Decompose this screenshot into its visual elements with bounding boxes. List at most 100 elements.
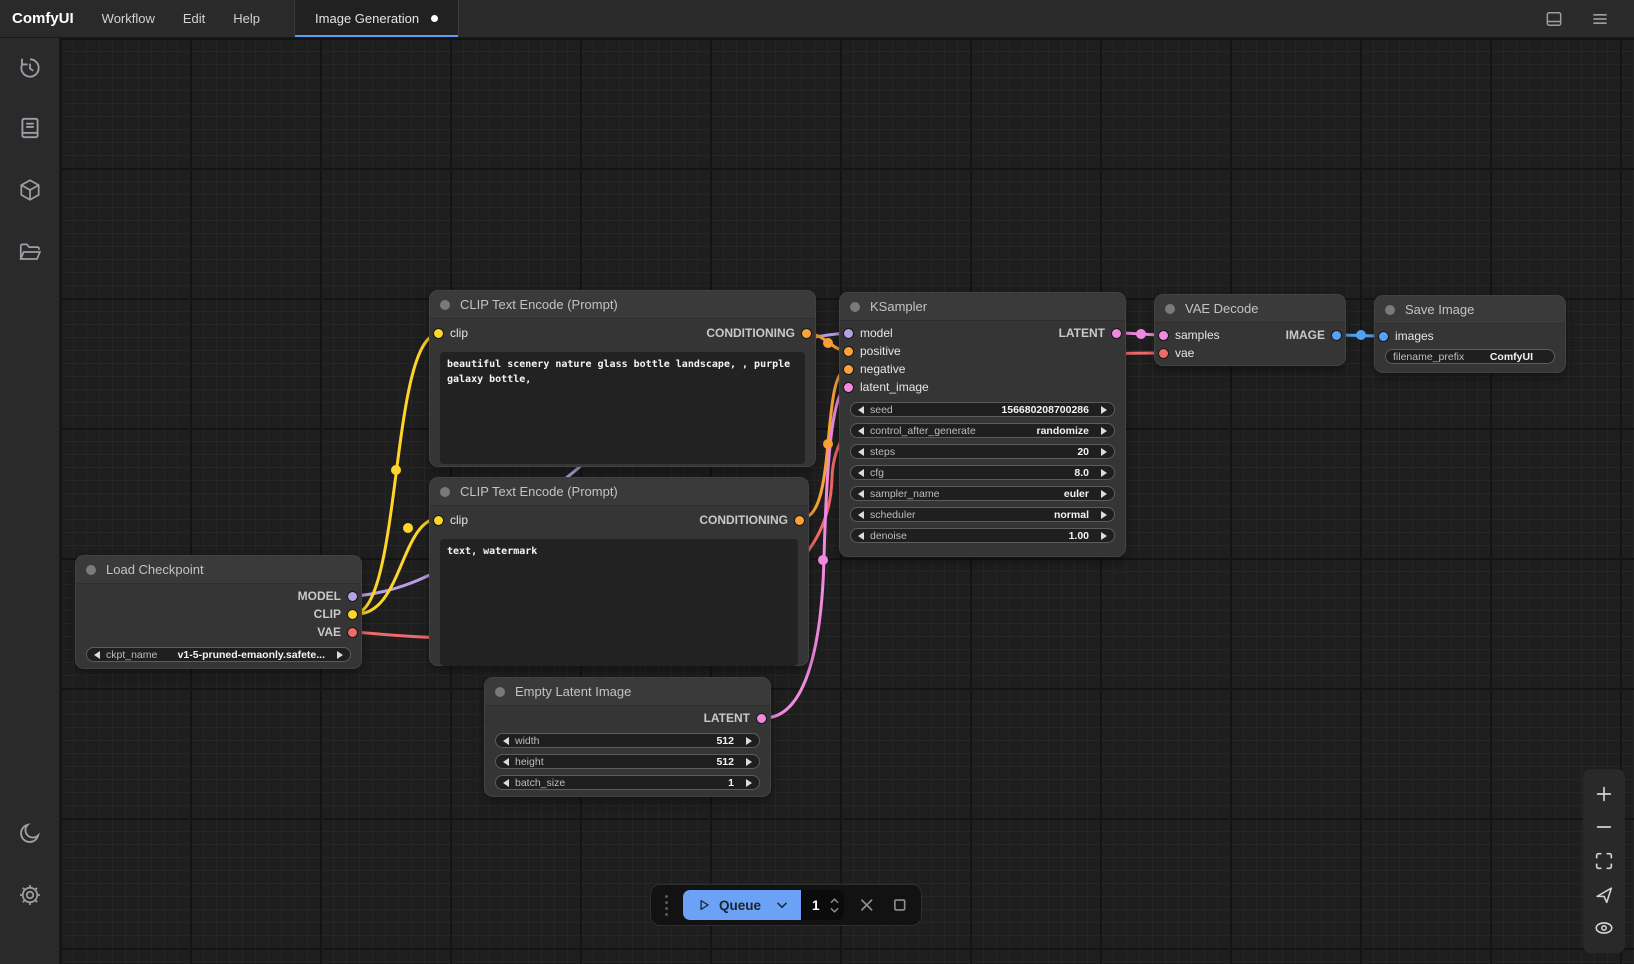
port-vae-output[interactable] <box>348 628 357 637</box>
increment-arrow-icon[interactable] <box>1101 406 1107 414</box>
bottom-panel-toggle-icon[interactable] <box>1544 9 1564 29</box>
queue-options-chevron-icon[interactable] <box>775 898 789 912</box>
toggle-link-visibility-button[interactable] <box>1593 917 1615 939</box>
widget-seed[interactable]: seed 156680208700286 <box>850 402 1115 417</box>
widget-cfg[interactable]: cfg 8.0 <box>850 465 1115 480</box>
increment-arrow-icon[interactable] <box>1101 469 1107 477</box>
clear-queue-button[interactable] <box>890 895 910 915</box>
node-header[interactable]: CLIP Text Encode (Prompt) <box>430 291 815 319</box>
settings-gear-icon[interactable] <box>17 882 43 908</box>
queue-button[interactable]: Queue <box>683 890 801 920</box>
port-image-output[interactable] <box>1332 331 1341 340</box>
widget-denoise[interactable]: denoise 1.00 <box>850 528 1115 543</box>
batch-count-input[interactable]: 1 <box>802 890 844 920</box>
menu-help[interactable]: Help <box>219 0 274 37</box>
increment-arrow-icon[interactable] <box>337 651 343 659</box>
increment-arrow-icon[interactable] <box>1101 427 1107 435</box>
node-header[interactable]: KSampler <box>840 293 1125 321</box>
decrement-arrow-icon[interactable] <box>858 532 864 540</box>
port-vae-input[interactable] <box>1159 349 1168 358</box>
increment-arrow-icon[interactable] <box>746 758 752 766</box>
widget-steps[interactable]: steps 20 <box>850 444 1115 459</box>
increment-arrow-icon[interactable] <box>1101 448 1107 456</box>
node-clip-text-encode-positive[interactable]: CLIP Text Encode (Prompt) clip CONDITION… <box>430 291 815 466</box>
collapse-dot-icon[interactable] <box>495 687 505 697</box>
widget-ckpt-name[interactable]: ckpt_name v1-5-pruned-emaonly.safete... <box>86 647 351 662</box>
port-samples-input[interactable] <box>1159 331 1168 340</box>
decrement-arrow-icon[interactable] <box>858 490 864 498</box>
batch-count-steppers[interactable] <box>830 898 839 913</box>
widget-sampler-name[interactable]: sampler_name euler <box>850 486 1115 501</box>
node-header[interactable]: Empty Latent Image <box>485 678 770 706</box>
port-latent-output[interactable] <box>1112 329 1121 338</box>
port-positive-input[interactable] <box>844 347 853 356</box>
node-vae-decode[interactable]: VAE Decode samples IMAGE vae <box>1155 295 1345 365</box>
widget-scheduler[interactable]: scheduler normal <box>850 507 1115 522</box>
widget-width[interactable]: width 512 <box>495 733 760 748</box>
decrement-arrow-icon[interactable] <box>503 737 509 745</box>
widget-filename-prefix[interactable]: filename_prefix ComfyUI <box>1385 349 1555 364</box>
decrement-arrow-icon[interactable] <box>94 651 100 659</box>
port-latent-output[interactable] <box>757 714 766 723</box>
select-mode-button[interactable] <box>1593 884 1615 906</box>
node-library-icon[interactable] <box>17 115 43 141</box>
port-model-output[interactable] <box>348 592 357 601</box>
decrement-arrow-icon[interactable] <box>858 469 864 477</box>
zoom-in-button[interactable] <box>1593 783 1615 805</box>
hamburger-menu-icon[interactable] <box>1590 9 1610 29</box>
widget-control-after-generate[interactable]: control_after_generate randomize <box>850 423 1115 438</box>
increment-arrow-icon[interactable] <box>1101 532 1107 540</box>
decrement-arrow-icon[interactable] <box>858 511 864 519</box>
widget-height[interactable]: height 512 <box>495 754 760 769</box>
node-empty-latent-image[interactable]: Empty Latent Image LATENT width 512 he <box>485 678 770 796</box>
theme-toggle-moon-icon[interactable] <box>17 820 43 846</box>
widget-batch-size[interactable]: batch_size 1 <box>495 775 760 790</box>
port-clip-output[interactable] <box>348 610 357 619</box>
decrement-arrow-icon[interactable] <box>858 427 864 435</box>
port-model-input[interactable] <box>844 329 853 338</box>
queue-bar-drag-handle[interactable] <box>663 893 670 918</box>
node-header[interactable]: VAE Decode <box>1155 295 1345 323</box>
port-conditioning-output[interactable] <box>795 516 804 525</box>
positive-prompt-textarea[interactable]: beautiful scenery nature glass bottle la… <box>440 352 805 464</box>
port-clip-input[interactable] <box>434 516 443 525</box>
node-ksampler[interactable]: KSampler model LATENT positive negative <box>840 293 1125 556</box>
negative-prompt-textarea[interactable]: text, watermark <box>440 539 798 666</box>
decrement-arrow-icon[interactable] <box>503 758 509 766</box>
increment-arrow-icon[interactable] <box>1101 490 1107 498</box>
node-header[interactable]: Load Checkpoint <box>76 556 361 584</box>
increment-arrow-icon[interactable] <box>746 737 752 745</box>
zoom-out-button[interactable] <box>1593 816 1615 838</box>
decrement-arrow-icon[interactable] <box>858 448 864 456</box>
menu-edit[interactable]: Edit <box>169 0 219 37</box>
decrement-arrow-icon[interactable] <box>503 779 509 787</box>
port-latent-image-input[interactable] <box>844 383 853 392</box>
node-clip-text-encode-negative[interactable]: CLIP Text Encode (Prompt) clip CONDITION… <box>430 478 808 665</box>
collapse-dot-icon[interactable] <box>1385 305 1395 315</box>
menu-workflow[interactable]: Workflow <box>88 0 169 37</box>
collapse-dot-icon[interactable] <box>440 487 450 497</box>
port-clip-input[interactable] <box>434 329 443 338</box>
port-negative-input[interactable] <box>844 365 853 374</box>
node-save-image[interactable]: Save Image images filename_prefix ComfyU… <box>1375 296 1565 372</box>
port-conditioning-output[interactable] <box>802 329 811 338</box>
model-library-icon[interactable] <box>17 177 43 203</box>
increment-arrow-icon[interactable] <box>746 779 752 787</box>
workflows-folder-icon[interactable] <box>17 239 43 265</box>
app-logo[interactable]: ComfyUI <box>0 10 88 27</box>
workflow-tab-image-generation[interactable]: Image Generation <box>294 0 459 37</box>
collapse-dot-icon[interactable] <box>440 300 450 310</box>
increment-arrow-icon[interactable] <box>1101 511 1107 519</box>
collapse-dot-icon[interactable] <box>86 565 96 575</box>
collapse-dot-icon[interactable] <box>1165 304 1175 314</box>
node-header[interactable]: Save Image <box>1375 296 1565 324</box>
collapse-dot-icon[interactable] <box>850 302 860 312</box>
decrement-arrow-icon[interactable] <box>858 406 864 414</box>
port-images-input[interactable] <box>1379 332 1388 341</box>
fit-view-button[interactable] <box>1593 850 1615 872</box>
node-load-checkpoint[interactable]: Load Checkpoint MODEL CLIP VAE ckpt_na <box>76 556 361 668</box>
node-graph-canvas[interactable]: Load Checkpoint MODEL CLIP VAE ckpt_na <box>60 38 1634 964</box>
workflow-history-icon[interactable] <box>17 55 43 81</box>
interrupt-button[interactable] <box>857 895 877 915</box>
node-header[interactable]: CLIP Text Encode (Prompt) <box>430 478 808 506</box>
